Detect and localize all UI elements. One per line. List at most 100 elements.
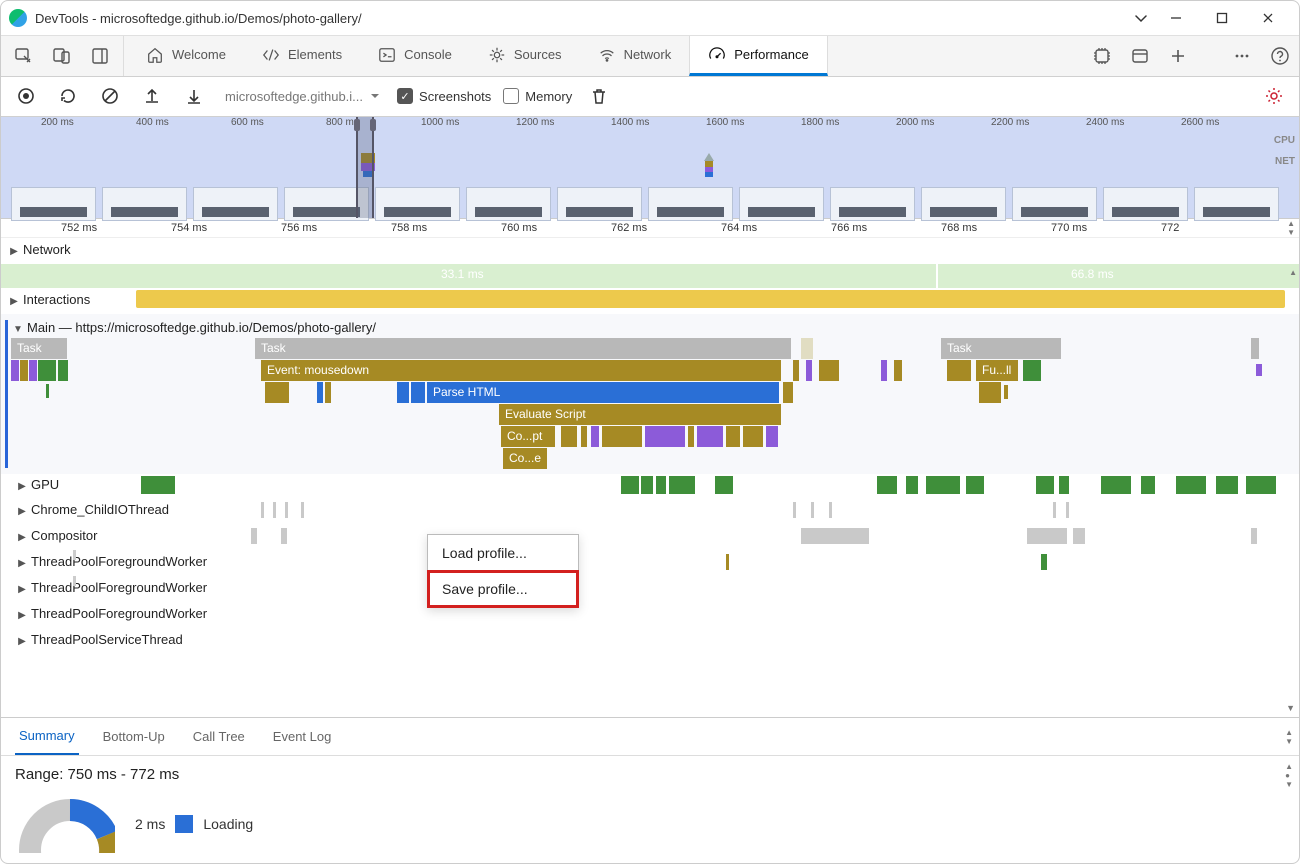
flame-compile[interactable]: Co...e — [503, 448, 547, 469]
track-main[interactable]: ▼Main — https://microsoftedge.github.io/… — [1, 314, 1299, 474]
track-tp-fg-c[interactable]: ▶ThreadPoolForegroundWorker — [1, 602, 1299, 628]
gpu-block[interactable] — [966, 476, 984, 494]
menu-save-profile[interactable]: Save profile... — [428, 571, 578, 607]
chevron-down-icon[interactable] — [1129, 1, 1153, 35]
upload-profile-button[interactable] — [137, 81, 167, 111]
profile-url-select[interactable]: microsoftedge.github.i... — [221, 89, 385, 104]
gpu-block[interactable] — [141, 476, 175, 494]
track-tp-svc[interactable]: ▶ThreadPoolServiceThread — [1, 628, 1299, 654]
tab-call-tree[interactable]: Call Tree — [189, 719, 249, 754]
inspect-element-icon[interactable] — [7, 41, 41, 71]
overview-selection[interactable] — [356, 117, 374, 218]
flame-slice[interactable] — [894, 360, 902, 381]
open-tab-icon[interactable] — [1121, 36, 1159, 76]
flame-funccall[interactable]: Fu...ll — [976, 360, 1018, 381]
flame-slice[interactable] — [806, 360, 812, 381]
track-compositor[interactable]: ▶Compositor — [1, 524, 1299, 550]
minimize-button[interactable] — [1153, 1, 1199, 35]
flame-slice[interactable] — [743, 426, 763, 447]
tracks-scroll-down[interactable]: ▼ — [1286, 703, 1295, 713]
flame-slice[interactable] — [602, 426, 642, 447]
flame-slice[interactable] — [46, 384, 49, 398]
track-frames[interactable]: ▶Frames 33.1 ms 66.8 ms ▲ — [1, 264, 1299, 288]
gpu-block[interactable] — [621, 476, 639, 494]
gpu-block[interactable] — [1036, 476, 1054, 494]
track-tp-fg-a[interactable]: ▶ThreadPoolForegroundWorker — [1, 550, 1299, 576]
gpu-block[interactable] — [906, 476, 918, 494]
tab-bottom-up[interactable]: Bottom-Up — [99, 719, 169, 754]
gpu-block[interactable] — [1101, 476, 1131, 494]
flame-slice[interactable] — [591, 426, 599, 447]
record-button[interactable] — [11, 81, 41, 111]
flame-slice[interactable] — [979, 382, 1001, 403]
gpu-block[interactable] — [926, 476, 960, 494]
flame-event[interactable]: Event: mousedown — [261, 360, 781, 381]
track-interactions[interactable]: ▶Interactions — [1, 288, 1299, 314]
tab-elements[interactable]: Elements — [244, 36, 360, 76]
ruler-scroll-arrows[interactable]: ▲▼ — [1287, 219, 1295, 237]
gpu-block[interactable] — [1246, 476, 1276, 494]
tab-welcome[interactable]: Welcome — [128, 36, 244, 76]
flame-slice[interactable] — [581, 426, 587, 447]
flame-slice[interactable] — [1256, 364, 1262, 376]
flamechart-panel[interactable]: ▶Network ▶Frames 33.1 ms 66.8 ms ▲ ▶Inte… — [1, 238, 1299, 718]
reload-record-button[interactable] — [53, 81, 83, 111]
selection-handle-left[interactable] — [354, 119, 360, 131]
flame-slice[interactable] — [265, 382, 289, 403]
maximize-button[interactable] — [1199, 1, 1245, 35]
tab-network[interactable]: Network — [580, 36, 690, 76]
track-network[interactable]: ▶Network — [1, 238, 1299, 264]
tab-sources[interactable]: Sources — [470, 36, 580, 76]
flame-slice[interactable] — [726, 426, 740, 447]
capture-settings-icon[interactable] — [1259, 81, 1289, 111]
flame-slice[interactable] — [783, 382, 793, 403]
memory-checkbox[interactable]: Memory — [503, 88, 572, 104]
flame-slice[interactable] — [58, 360, 68, 381]
flame-slice[interactable] — [11, 360, 19, 381]
add-tab-icon[interactable] — [1159, 36, 1197, 76]
interaction-bar[interactable] — [136, 290, 1285, 308]
flame-slice[interactable] — [801, 338, 813, 359]
gpu-block[interactable] — [1059, 476, 1069, 494]
screenshots-checkbox[interactable]: Screenshots — [397, 88, 491, 104]
track-up-arrow[interactable]: ▲ — [1289, 268, 1297, 277]
gpu-block[interactable] — [1216, 476, 1238, 494]
flame-slice[interactable] — [697, 426, 723, 447]
flame-slice[interactable] — [317, 382, 323, 403]
flame-task[interactable]: Task — [941, 338, 1061, 359]
gpu-block[interactable] — [656, 476, 666, 494]
flame-slice[interactable] — [688, 426, 694, 447]
flame-slice[interactable] — [947, 360, 971, 381]
more-options-icon[interactable] — [1223, 36, 1261, 76]
tab-summary[interactable]: Summary — [15, 718, 79, 755]
flame-slice[interactable] — [766, 426, 778, 447]
gpu-block[interactable] — [1176, 476, 1206, 494]
flame-slice[interactable] — [1251, 338, 1259, 359]
delete-profile-button[interactable] — [584, 81, 614, 111]
flame-slice[interactable] — [819, 360, 839, 381]
flame-slice[interactable] — [325, 382, 331, 403]
track-child-io[interactable]: ▶Chrome_ChildIOThread — [1, 498, 1299, 524]
close-button[interactable] — [1245, 1, 1291, 35]
gpu-block[interactable] — [669, 476, 695, 494]
clear-button[interactable] — [95, 81, 125, 111]
help-icon[interactable] — [1261, 36, 1299, 76]
details-scroll-arrows[interactable]: ▲▼ — [1285, 728, 1293, 746]
gpu-block[interactable] — [641, 476, 653, 494]
flame-parsehtml[interactable]: Parse HTML — [427, 382, 779, 403]
flame-slice[interactable] — [397, 382, 409, 403]
summary-scroll-arrows[interactable]: ▲●▼ — [1285, 762, 1293, 789]
flame-slice[interactable] — [1023, 360, 1041, 381]
selection-handle-right[interactable] — [370, 119, 376, 131]
memory-tool-icon[interactable] — [1083, 36, 1121, 76]
overview-timeline[interactable]: 200 ms 400 ms 600 ms 800 ms 1000 ms 1200… — [1, 117, 1299, 219]
flame-slice[interactable] — [29, 360, 37, 381]
flame-slice[interactable] — [20, 360, 28, 381]
flame-slice[interactable] — [793, 360, 799, 381]
flame-evalscript[interactable]: Evaluate Script — [499, 404, 781, 425]
gpu-block[interactable] — [877, 476, 897, 494]
download-profile-button[interactable] — [179, 81, 209, 111]
flame-slice[interactable] — [645, 426, 685, 447]
gpu-block[interactable] — [1141, 476, 1155, 494]
dock-side-icon[interactable] — [83, 41, 117, 71]
